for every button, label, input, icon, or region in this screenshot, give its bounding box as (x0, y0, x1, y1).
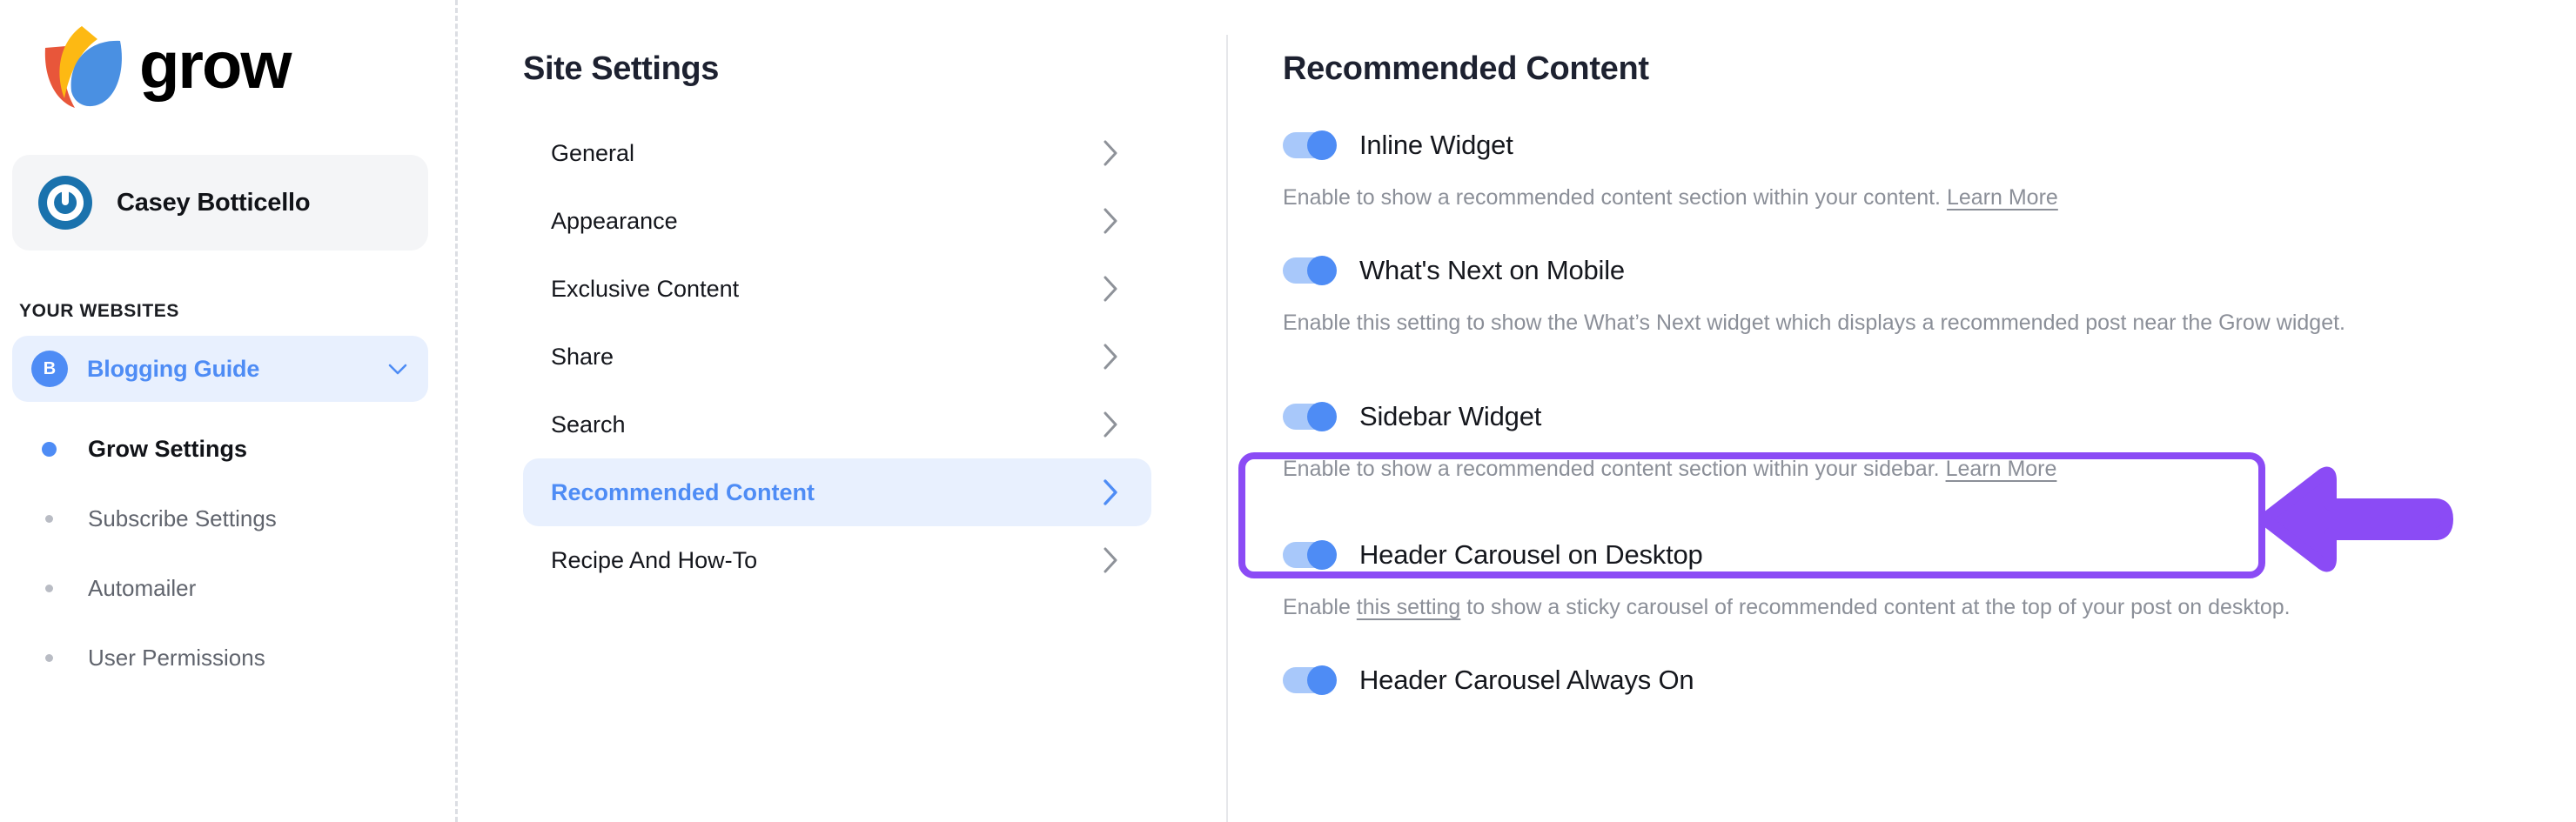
your-websites-label: YOUR WEBSITES (19, 301, 179, 321)
desc-text-tail: to show a sticky carousel of recommended… (1460, 595, 2291, 620)
chevron-right-icon (1104, 344, 1117, 370)
menu-item-label: General (551, 139, 635, 166)
bullet-dot-icon (45, 584, 53, 592)
setting-label: Sidebar Widget (1359, 400, 1542, 431)
setting-header: What's Next on Mobile (1283, 250, 2576, 291)
page-title: Recommended Content (1283, 50, 1649, 87)
chevron-right-icon (1104, 479, 1117, 505)
setting-description: Enable to show a recommended content sec… (1283, 184, 2576, 213)
site-settings-menu: General Appearance Exclusive Content Sha… (523, 119, 1228, 594)
setting-label: Header Carousel on Desktop (1359, 539, 1703, 571)
menu-item-label: Appearance (551, 207, 678, 234)
setting-whats-next-on-mobile: What's Next on Mobile Enable this settin… (1283, 250, 2576, 338)
toggle-knob (1307, 255, 1337, 285)
site-settings-column: Site Settings General Appearance Exclusi… (458, 0, 1228, 822)
this-setting-link[interactable]: this setting (1357, 595, 1461, 619)
toggle-knob (1307, 130, 1337, 160)
menu-item-label: Recipe And How-To (551, 546, 758, 573)
toggle-header-carousel-always-on[interactable] (1283, 665, 1337, 695)
sidebar-nav-list: Grow Settings Subscribe Settings Automai… (0, 414, 458, 692)
toggle-knob (1307, 401, 1337, 431)
chevron-right-icon (1104, 208, 1117, 234)
chevron-right-icon (1104, 411, 1117, 438)
toggle-header-carousel-on-desktop[interactable] (1283, 540, 1337, 571)
toggle-knob (1307, 540, 1337, 571)
learn-more-link[interactable]: Learn More (1946, 457, 2057, 481)
toggle-sidebar-widget[interactable] (1283, 401, 1337, 431)
sidebar-item-blogging-guide[interactable]: B Blogging Guide (12, 336, 428, 402)
chevron-right-icon (1104, 140, 1117, 166)
bullet-dot-icon (45, 653, 53, 662)
recommended-content-panel: Recommended Content Inline Widget Enable… (1228, 0, 2576, 822)
sidebar-item-automailer[interactable]: Automailer (0, 553, 458, 623)
bullet-dot-icon (45, 514, 53, 523)
learn-more-link[interactable]: Learn More (1947, 185, 2058, 210)
sidebar-item-label: Subscribe Settings (88, 505, 277, 531)
menu-item-exclusive-content[interactable]: Exclusive Content (523, 255, 1151, 323)
toggle-inline-widget[interactable] (1283, 130, 1337, 160)
setting-description: Enable this setting to show a sticky car… (1283, 593, 2576, 623)
grow-leaf-logo-icon (44, 26, 122, 108)
desc-text: Enable to show a recommended content sec… (1283, 456, 1946, 481)
desc-text: Enable to show a recommended content sec… (1283, 185, 1947, 210)
menu-item-label: Exclusive Content (551, 275, 740, 302)
chevron-down-icon[interactable] (386, 358, 409, 380)
chevron-right-icon (1104, 547, 1117, 573)
account-name: Casey Botticello (117, 188, 311, 217)
grow-settings-app: grow Casey Botticello YOUR WEBSITES B Bl… (0, 0, 2576, 822)
sidebar-item-user-permissions[interactable]: User Permissions (0, 623, 458, 692)
site-badge: B (31, 351, 68, 387)
brand-header[interactable]: grow (0, 0, 458, 113)
setting-label: Inline Widget (1359, 130, 1513, 160)
active-dot-icon (42, 441, 57, 457)
setting-header: Header Carousel Always On (1283, 659, 2576, 701)
setting-header: Inline Widget (1283, 124, 2576, 166)
menu-item-recipe-and-how-to[interactable]: Recipe And How-To (523, 526, 1151, 594)
setting-description: Enable this setting to show the What’s N… (1283, 310, 2345, 335)
sidebar-item-label: User Permissions (88, 644, 265, 671)
menu-item-share[interactable]: Share (523, 323, 1151, 391)
sidebar-item-label: Automailer (88, 574, 197, 601)
setting-label: What's Next on Mobile (1359, 254, 1625, 285)
left-arrow-annotation-icon (2258, 466, 2453, 572)
toggle-whats-next-on-mobile[interactable] (1283, 255, 1337, 285)
menu-item-label: Recommended Content (551, 478, 815, 505)
sidebar-item-grow-settings[interactable]: Grow Settings (0, 414, 458, 484)
menu-item-general[interactable]: General (523, 119, 1151, 187)
sidebar-item-label: Grow Settings (88, 435, 248, 462)
power-button-avatar-icon (38, 176, 92, 230)
menu-item-recommended-content[interactable]: Recommended Content (523, 458, 1151, 526)
setting-header: Sidebar Widget (1283, 396, 2576, 438)
menu-item-appearance[interactable]: Appearance (523, 187, 1151, 255)
toggle-knob (1307, 665, 1337, 695)
sidebar-item-subscribe-settings[interactable]: Subscribe Settings (0, 484, 458, 553)
setting-inline-widget: Inline Widget Enable to show a recommend… (1283, 124, 2576, 213)
menu-item-label: Search (551, 411, 626, 438)
chevron-right-icon (1104, 276, 1117, 302)
menu-item-search[interactable]: Search (523, 391, 1151, 458)
setting-label: Header Carousel Always On (1359, 665, 1694, 695)
left-sidebar: grow Casey Botticello YOUR WEBSITES B Bl… (0, 0, 458, 822)
brand-wordmark: grow (139, 29, 292, 103)
site-name: Blogging Guide (87, 355, 260, 382)
menu-item-label: Share (551, 343, 614, 370)
setting-header-carousel-always-on: Header Carousel Always On (1283, 659, 2576, 701)
desc-text: Enable (1283, 595, 1357, 620)
account-card[interactable]: Casey Botticello (12, 155, 428, 251)
site-settings-title: Site Settings (523, 50, 719, 87)
